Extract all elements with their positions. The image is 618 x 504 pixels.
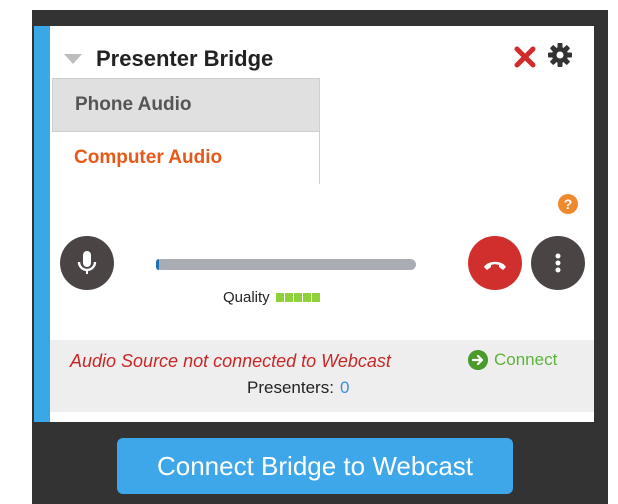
quality-bar — [302, 293, 311, 302]
connect-label: Connect — [494, 350, 558, 369]
status-message: Audio Source not connected to Webcast — [70, 351, 391, 371]
audio-source-menu: Phone Audio Computer Audio — [52, 78, 320, 184]
menu-item-computer-audio[interactable]: Computer Audio — [52, 132, 320, 184]
audio-level-meter — [156, 259, 416, 270]
quality-bar — [293, 293, 302, 302]
microphone-icon — [77, 251, 97, 274]
connect-bridge-button[interactable]: Connect Bridge to Webcast — [117, 438, 513, 494]
hangup-button[interactable] — [468, 236, 522, 290]
quality-indicator: Quality — [223, 289, 320, 306]
phone-hangup-icon — [484, 261, 506, 270]
connection-status-box: Audio Source not connected to Webcast Co… — [50, 340, 594, 412]
gear-icon[interactable] — [547, 42, 573, 68]
close-icon[interactable] — [512, 44, 538, 70]
more-options-button[interactable] — [531, 236, 585, 290]
quality-bar — [311, 293, 320, 302]
arrow-right-circle-icon — [468, 350, 488, 370]
panel-title: Presenter Bridge — [96, 46, 274, 71]
collapse-triangle-icon[interactable] — [64, 54, 82, 64]
quality-bar — [284, 293, 293, 302]
help-icon[interactable]: ? — [558, 194, 578, 214]
presenters-label: Presenters: — [247, 378, 334, 397]
more-vertical-icon — [555, 253, 561, 273]
quality-bar — [275, 293, 284, 302]
menu-item-phone-audio[interactable]: Phone Audio — [52, 78, 320, 132]
quality-bars — [275, 293, 320, 302]
presenters-count-value: 0 — [339, 378, 350, 397]
connect-link[interactable]: Connect — [468, 350, 557, 370]
quality-label: Quality — [223, 289, 270, 306]
audio-level-fill — [156, 259, 159, 270]
panel-header: Presenter Bridge — [64, 44, 273, 74]
presenters-count: Presenters: 0 — [247, 378, 349, 398]
microphone-button[interactable] — [60, 236, 114, 290]
panel-accent-bar — [34, 26, 50, 422]
